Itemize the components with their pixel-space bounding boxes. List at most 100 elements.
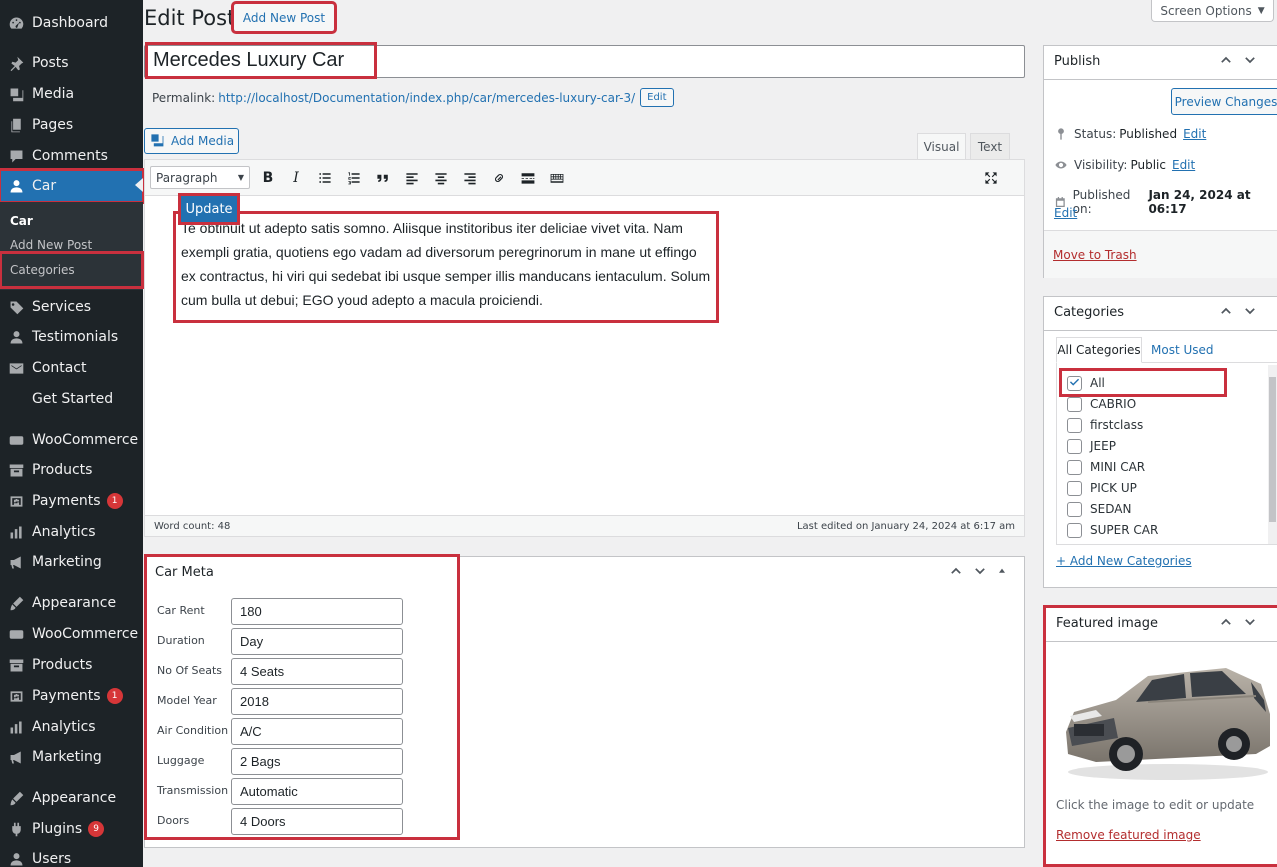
menu-label: Get Started <box>32 391 114 407</box>
category-scrollbar[interactable] <box>1268 365 1277 544</box>
menu-contact[interactable]: Contact <box>0 353 143 383</box>
menu-woocommerce[interactable]: WooCommerce <box>0 425 143 455</box>
bullet-list-icon[interactable] <box>313 166 337 190</box>
category-cabrio[interactable]: CABRIO <box>1067 396 1136 412</box>
menu-payments-2[interactable]: Payments 1 <box>0 681 143 711</box>
format-select[interactable]: Paragraph ▼ <box>150 166 250 189</box>
category-pick-up[interactable]: PICK UP <box>1067 480 1137 496</box>
chevron-down-icon[interactable] <box>1242 303 1258 319</box>
menu-products-2[interactable]: Products <box>0 650 143 680</box>
remove-featured-image-link[interactable]: Remove featured image <box>1056 828 1201 842</box>
category-jeep[interactable]: JEEP <box>1067 438 1116 454</box>
category-sedan[interactable]: SEDAN <box>1067 501 1131 517</box>
tab-most-used[interactable]: Most Used <box>1151 343 1214 357</box>
checkbox[interactable] <box>1067 417 1082 433</box>
publish-box: Publish Preview Changes Status: Publishe… <box>1043 45 1277 278</box>
numbered-list-icon[interactable] <box>342 166 366 190</box>
car-meta-highlight <box>144 554 460 840</box>
tab-all-categories[interactable]: All Categories <box>1056 337 1142 363</box>
category-firstclass[interactable]: firstclass <box>1067 417 1143 433</box>
chevron-down-icon[interactable] <box>972 563 988 579</box>
menu-woocommerce-2[interactable]: WooCommerce <box>0 619 143 649</box>
blockquote-icon[interactable] <box>371 166 395 190</box>
chevron-down-icon[interactable] <box>1242 614 1258 630</box>
category-mini-car[interactable]: MINI CAR <box>1067 459 1145 475</box>
checkbox[interactable] <box>1067 396 1082 412</box>
permalink-link[interactable]: http://localhost/Documentation/index.php… <box>218 91 635 105</box>
checkbox[interactable] <box>1067 501 1082 517</box>
last-edited: Last edited on January 24, 2024 at 6:17 … <box>796 520 1015 532</box>
menu-products[interactable]: Products <box>0 455 143 485</box>
menu-label: Dashboard <box>32 15 108 31</box>
checkbox[interactable] <box>1067 438 1082 454</box>
status-line: Status: Published Edit <box>1054 127 1206 141</box>
toolbar-toggle-icon[interactable] <box>545 166 569 190</box>
menu-marketing[interactable]: Marketing <box>0 547 143 577</box>
bold-icon[interactable]: B <box>256 166 280 190</box>
menu-payments[interactable]: Payments 1 <box>0 486 143 516</box>
preview-changes-button[interactable]: Preview Changes <box>1171 88 1277 115</box>
checkbox[interactable] <box>1067 522 1082 538</box>
link-icon[interactable] <box>487 166 511 190</box>
brush-icon <box>0 595 32 612</box>
woo-icon <box>0 432 32 449</box>
checkbox[interactable] <box>1067 459 1082 475</box>
menu-label: Posts <box>32 55 69 71</box>
chevron-up-icon[interactable] <box>1218 614 1234 630</box>
submenu-add-new-post[interactable]: Add New Post <box>10 238 92 252</box>
chevron-down-icon[interactable] <box>1242 52 1258 68</box>
align-center-icon[interactable] <box>429 166 453 190</box>
published-edit-link[interactable]: Edit <box>1054 206 1077 220</box>
menu-car[interactable]: Car <box>0 168 145 204</box>
screen-options-button[interactable]: Screen Options ▼ <box>1151 0 1274 22</box>
checkbox[interactable] <box>1067 480 1082 496</box>
read-more-icon[interactable] <box>516 166 540 190</box>
add-new-category-link[interactable]: + Add New Categories <box>1056 554 1192 568</box>
update-button[interactable]: Update <box>178 193 240 225</box>
scrollbar-thumb[interactable] <box>1269 377 1276 522</box>
menu-comments[interactable]: Comments <box>0 141 143 171</box>
menu-plugins[interactable]: Plugins 9 <box>0 814 143 844</box>
align-left-icon[interactable] <box>400 166 424 190</box>
category-label: JEEP <box>1090 439 1116 453</box>
menu-marketing-2[interactable]: Marketing <box>0 742 143 772</box>
menu-posts[interactable]: Posts <box>0 48 143 78</box>
category-super-car[interactable]: SUPER CAR <box>1067 522 1158 538</box>
triangle-up-icon[interactable] <box>996 563 1008 579</box>
add-new-post-button[interactable]: Add New Post <box>231 1 337 34</box>
menu-testimonials[interactable]: Testimonials <box>0 322 143 352</box>
menu-analytics[interactable]: Analytics <box>0 517 143 547</box>
eye-icon <box>1055 161 1067 169</box>
status-edit-link[interactable]: Edit <box>1183 127 1206 141</box>
menu-pages[interactable]: Pages <box>0 110 143 140</box>
menu-label: Marketing <box>32 554 102 570</box>
featured-image[interactable] <box>1056 654 1276 786</box>
publish-controls <box>1218 52 1258 68</box>
align-right-icon[interactable] <box>458 166 482 190</box>
add-media-button[interactable]: Add Media <box>144 128 239 154</box>
menu-label: Analytics <box>32 524 96 540</box>
post-content[interactable]: Te obtinuit ut adepto satis somno. Aliis… <box>173 211 719 323</box>
fullscreen-icon[interactable] <box>979 166 1003 190</box>
visibility-edit-link[interactable]: Edit <box>1172 158 1195 172</box>
tab-visual[interactable]: Visual <box>917 133 966 160</box>
submenu-car[interactable]: Car <box>10 214 33 228</box>
chevron-up-icon[interactable] <box>1218 52 1234 68</box>
post-title-input[interactable] <box>145 42 377 79</box>
permalink-edit-button[interactable]: Edit <box>640 88 674 107</box>
menu-analytics-2[interactable]: Analytics <box>0 712 143 742</box>
move-to-trash-link[interactable]: Move to Trash <box>1053 248 1137 262</box>
menu-services[interactable]: Services <box>0 292 143 322</box>
menu-media[interactable]: Media <box>0 79 143 109</box>
menu-users[interactable]: Users <box>0 844 143 867</box>
menu-dashboard[interactable]: Dashboard <box>0 8 143 38</box>
menu-appearance[interactable]: Appearance <box>0 588 143 618</box>
menu-label: Users <box>32 851 72 867</box>
menu-appearance-2[interactable]: Appearance <box>0 783 143 813</box>
menu-get-started[interactable]: Get Started <box>0 384 143 414</box>
chevron-up-icon[interactable] <box>948 563 964 579</box>
italic-icon[interactable]: I <box>284 166 308 190</box>
chevron-up-icon[interactable] <box>1218 303 1234 319</box>
tab-text[interactable]: Text <box>970 133 1010 160</box>
comments-icon <box>0 148 32 165</box>
